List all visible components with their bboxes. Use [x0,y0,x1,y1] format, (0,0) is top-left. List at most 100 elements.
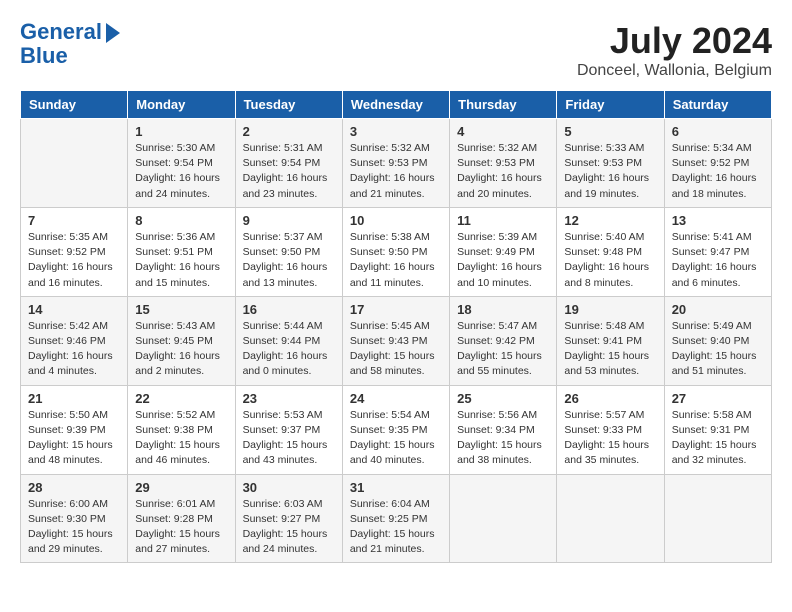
weekday-header-tuesday: Tuesday [235,91,342,119]
day-number: 26 [564,391,656,406]
day-number: 18 [457,302,549,317]
weekday-header-friday: Friday [557,91,664,119]
calendar-cell: 6 Sunrise: 5:34 AM Sunset: 9:52 PM Daylig… [664,119,771,208]
calendar-week-row: 14 Sunrise: 5:42 AM Sunset: 9:46 PM Dayli… [21,296,772,385]
calendar-cell: 20 Sunrise: 5:49 AM Sunset: 9:40 PM Dayli… [664,296,771,385]
logo-arrow-icon [106,23,120,43]
day-info: Sunrise: 6:04 AM Sunset: 9:25 PM Dayligh… [350,497,442,558]
calendar-week-row: 21 Sunrise: 5:50 AM Sunset: 9:39 PM Dayli… [21,385,772,474]
day-number: 6 [672,124,764,139]
day-number: 5 [564,124,656,139]
day-info: Sunrise: 5:41 AM Sunset: 9:47 PM Dayligh… [672,230,764,291]
calendar-cell: 5 Sunrise: 5:33 AM Sunset: 9:53 PM Daylig… [557,119,664,208]
day-info: Sunrise: 5:57 AM Sunset: 9:33 PM Dayligh… [564,408,656,469]
calendar-cell: 17 Sunrise: 5:45 AM Sunset: 9:43 PM Dayli… [342,296,449,385]
calendar-cell: 13 Sunrise: 5:41 AM Sunset: 9:47 PM Dayli… [664,207,771,296]
day-info: Sunrise: 5:36 AM Sunset: 9:51 PM Dayligh… [135,230,227,291]
day-info: Sunrise: 5:42 AM Sunset: 9:46 PM Dayligh… [28,319,120,380]
day-number: 27 [672,391,764,406]
day-number: 23 [243,391,335,406]
day-info: Sunrise: 5:34 AM Sunset: 9:52 PM Dayligh… [672,141,764,202]
calendar-cell: 19 Sunrise: 5:48 AM Sunset: 9:41 PM Dayli… [557,296,664,385]
day-number: 4 [457,124,549,139]
calendar-cell: 28Sunrise: 6:00 AM Sunset: 9:30 PM Dayli… [21,474,128,563]
day-number: 17 [350,302,442,317]
day-number: 21 [28,391,120,406]
calendar-cell: 23 Sunrise: 5:53 AM Sunset: 9:37 PM Dayli… [235,385,342,474]
day-number: 1 [135,124,227,139]
day-info: Sunrise: 5:52 AM Sunset: 9:38 PM Dayligh… [135,408,227,469]
day-number: 8 [135,213,227,228]
day-info: Sunrise: 6:01 AM Sunset: 9:28 PM Dayligh… [135,497,227,558]
calendar-cell: 25Sunrise: 5:56 AM Sunset: 9:34 PM Dayli… [450,385,557,474]
day-number: 12 [564,213,656,228]
calendar-week-row: 1 Sunrise: 5:30 AM Sunset: 9:54 PM Daylig… [21,119,772,208]
calendar-table: SundayMondayTuesdayWednesdayThursdayFrid… [20,90,772,563]
day-number: 3 [350,124,442,139]
day-number: 16 [243,302,335,317]
calendar-cell [557,474,664,563]
day-number: 10 [350,213,442,228]
day-info: Sunrise: 5:40 AM Sunset: 9:48 PM Dayligh… [564,230,656,291]
day-number: 20 [672,302,764,317]
calendar-week-row: 28Sunrise: 6:00 AM Sunset: 9:30 PM Dayli… [21,474,772,563]
calendar-cell [664,474,771,563]
day-number: 19 [564,302,656,317]
calendar-cell: 14 Sunrise: 5:42 AM Sunset: 9:46 PM Dayli… [21,296,128,385]
day-info: Sunrise: 5:38 AM Sunset: 9:50 PM Dayligh… [350,230,442,291]
day-number: 13 [672,213,764,228]
calendar-cell: 24 Sunrise: 5:54 AM Sunset: 9:35 PM Dayli… [342,385,449,474]
calendar-cell: 18Sunrise: 5:47 AM Sunset: 9:42 PM Dayli… [450,296,557,385]
calendar-cell: 10 Sunrise: 5:38 AM Sunset: 9:50 PM Dayli… [342,207,449,296]
calendar-week-row: 7Sunrise: 5:35 AM Sunset: 9:52 PM Daylig… [21,207,772,296]
day-info: Sunrise: 5:32 AM Sunset: 9:53 PM Dayligh… [457,141,549,202]
calendar-cell: 22 Sunrise: 5:52 AM Sunset: 9:38 PM Dayli… [128,385,235,474]
weekday-header-row: SundayMondayTuesdayWednesdayThursdayFrid… [21,91,772,119]
day-info: Sunrise: 5:53 AM Sunset: 9:37 PM Dayligh… [243,408,335,469]
weekday-header-sunday: Sunday [21,91,128,119]
logo: General Blue [20,20,120,68]
calendar-cell [450,474,557,563]
day-info: Sunrise: 5:49 AM Sunset: 9:40 PM Dayligh… [672,319,764,380]
day-info: Sunrise: 5:45 AM Sunset: 9:43 PM Dayligh… [350,319,442,380]
day-number: 9 [243,213,335,228]
day-info: Sunrise: 6:00 AM Sunset: 9:30 PM Dayligh… [28,497,120,558]
calendar-cell [21,119,128,208]
day-info: Sunrise: 5:39 AM Sunset: 9:49 PM Dayligh… [457,230,549,291]
calendar-cell: 12 Sunrise: 5:40 AM Sunset: 9:48 PM Dayli… [557,207,664,296]
logo-text-blue: Blue [20,44,68,68]
day-info: Sunrise: 5:54 AM Sunset: 9:35 PM Dayligh… [350,408,442,469]
day-info: Sunrise: 5:37 AM Sunset: 9:50 PM Dayligh… [243,230,335,291]
location-subtitle: Donceel, Wallonia, Belgium [577,62,772,80]
month-year-title: July 2024 [577,20,772,62]
day-number: 14 [28,302,120,317]
day-info: Sunrise: 6:03 AM Sunset: 9:27 PM Dayligh… [243,497,335,558]
page-header: General Blue July 2024 Donceel, Wallonia… [20,20,772,80]
day-info: Sunrise: 5:50 AM Sunset: 9:39 PM Dayligh… [28,408,120,469]
calendar-cell: 7Sunrise: 5:35 AM Sunset: 9:52 PM Daylig… [21,207,128,296]
calendar-cell: 30Sunrise: 6:03 AM Sunset: 9:27 PM Dayli… [235,474,342,563]
calendar-cell: 26 Sunrise: 5:57 AM Sunset: 9:33 PM Dayli… [557,385,664,474]
day-info: Sunrise: 5:33 AM Sunset: 9:53 PM Dayligh… [564,141,656,202]
calendar-cell: 11 Sunrise: 5:39 AM Sunset: 9:49 PM Dayli… [450,207,557,296]
day-info: Sunrise: 5:35 AM Sunset: 9:52 PM Dayligh… [28,230,120,291]
weekday-header-monday: Monday [128,91,235,119]
day-info: Sunrise: 5:44 AM Sunset: 9:44 PM Dayligh… [243,319,335,380]
day-number: 11 [457,213,549,228]
day-info: Sunrise: 5:48 AM Sunset: 9:41 PM Dayligh… [564,319,656,380]
day-info: Sunrise: 5:31 AM Sunset: 9:54 PM Dayligh… [243,141,335,202]
weekday-header-wednesday: Wednesday [342,91,449,119]
day-info: Sunrise: 5:32 AM Sunset: 9:53 PM Dayligh… [350,141,442,202]
day-number: 29 [135,480,227,495]
day-number: 15 [135,302,227,317]
calendar-cell: 4 Sunrise: 5:32 AM Sunset: 9:53 PM Daylig… [450,119,557,208]
day-number: 25 [457,391,549,406]
day-number: 22 [135,391,227,406]
day-number: 24 [350,391,442,406]
title-block: July 2024 Donceel, Wallonia, Belgium [577,20,772,80]
day-number: 31 [350,480,442,495]
calendar-cell: 8 Sunrise: 5:36 AM Sunset: 9:51 PM Daylig… [128,207,235,296]
logo-text: General [20,20,102,44]
calendar-cell: 15Sunrise: 5:43 AM Sunset: 9:45 PM Dayli… [128,296,235,385]
day-info: Sunrise: 5:30 AM Sunset: 9:54 PM Dayligh… [135,141,227,202]
